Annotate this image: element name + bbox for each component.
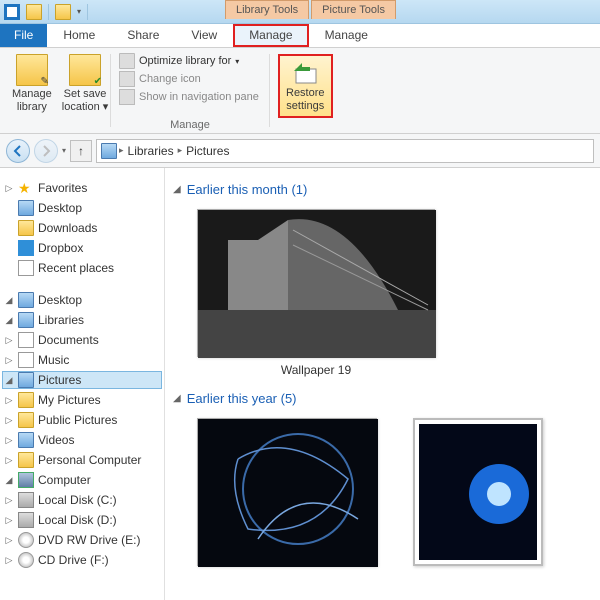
dvd-drive-icon [18, 532, 34, 548]
sidebar-item-videos[interactable]: ▷Videos [2, 431, 162, 449]
thumbnail [197, 418, 377, 566]
computer-node[interactable]: ◢Computer [2, 471, 162, 489]
sidebar-item-personal-computer[interactable]: ▷Personal Computer [2, 451, 162, 469]
tab-manage-library[interactable]: Manage [233, 24, 308, 47]
save-location-icon: ✔ [69, 54, 101, 86]
tab-share[interactable]: Share [111, 24, 175, 47]
navbar: ▾ ↑ ▸ Libraries ▸ Pictures [0, 134, 600, 168]
back-button[interactable] [6, 139, 30, 163]
qat-dropdown-icon[interactable]: ▾ [77, 7, 81, 16]
pictures-icon [18, 372, 34, 388]
ribbon: ✎ Manage library ✔ Set save location ▾ O… [0, 48, 600, 134]
set-save-location-button[interactable]: ✔ Set save location ▾ [58, 52, 113, 116]
main-area: ▷★Favorites Desktop Downloads Dropbox Re… [0, 168, 600, 600]
videos-icon [18, 432, 34, 448]
sidebar-item-my-pictures[interactable]: ▷My Pictures [2, 391, 162, 409]
forward-button[interactable] [34, 139, 58, 163]
sidebar-item-documents[interactable]: ▷Documents [2, 331, 162, 349]
sidebar-item-desktop[interactable]: Desktop [2, 199, 162, 217]
downloads-icon [18, 220, 34, 236]
recent-icon [18, 260, 34, 276]
folder-qat-icon[interactable] [55, 4, 71, 20]
show-in-nav-button[interactable]: Show in navigation pane [119, 88, 261, 106]
file-label: Wallpaper 19 [197, 363, 435, 377]
file-item[interactable] [197, 418, 377, 566]
ribbon-group-label: Manage [111, 119, 269, 131]
ribbon-tab-strip: File Home Share View Manage Manage [0, 24, 600, 48]
star-icon: ★ [18, 180, 34, 196]
optimize-library-button[interactable]: Optimize library for ▾ [119, 52, 261, 70]
music-icon [18, 352, 34, 368]
dropbox-icon [18, 240, 34, 256]
chevron-right-icon[interactable]: ▸ [119, 145, 124, 156]
sidebar-item-drive-d[interactable]: ▷Local Disk (D:) [2, 511, 162, 529]
sidebar-item-drive-c[interactable]: ▷Local Disk (C:) [2, 491, 162, 509]
restore-icon [290, 59, 320, 85]
separator [87, 4, 88, 20]
thumbnail [413, 418, 543, 566]
desktop-icon [18, 200, 34, 216]
folder-icon [18, 412, 34, 428]
file-item[interactable] [413, 418, 543, 566]
hard-disk-icon [18, 492, 34, 508]
tab-home[interactable]: Home [47, 24, 111, 47]
desktop-node[interactable]: ◢Desktop [2, 291, 162, 309]
tab-manage-picture[interactable]: Manage [309, 24, 384, 47]
sidebar-item-downloads[interactable]: Downloads [2, 219, 162, 237]
context-tab-picture-tools[interactable]: Picture Tools [311, 0, 396, 19]
sidebar-item-dropbox[interactable]: Dropbox [2, 239, 162, 257]
sidebar-item-drive-f[interactable]: ▷CD Drive (F:) [2, 551, 162, 569]
change-icon-icon [119, 71, 135, 87]
file-tab[interactable]: File [0, 24, 47, 47]
breadcrumb-libraries[interactable]: Libraries [126, 144, 176, 158]
cd-drive-icon [18, 552, 34, 568]
nav-pane-icon [119, 89, 135, 105]
desktop-icon [18, 292, 34, 308]
group-header-this-month[interactable]: ◢ Earlier this month (1) [173, 182, 592, 197]
favorites-node[interactable]: ▷★Favorites [2, 179, 162, 197]
group-header-this-year[interactable]: ◢ Earlier this year (5) [173, 391, 592, 406]
sidebar-item-recent[interactable]: Recent places [2, 259, 162, 277]
optimize-icon [119, 53, 135, 69]
library-icon: ✎ [16, 54, 48, 86]
new-folder-icon[interactable] [26, 4, 42, 20]
history-dropdown-icon[interactable]: ▾ [62, 146, 66, 155]
sidebar-item-music[interactable]: ▷Music [2, 351, 162, 369]
hard-disk-icon [18, 512, 34, 528]
folder-icon [18, 392, 34, 408]
pc-icon [18, 452, 34, 468]
computer-icon [18, 472, 34, 488]
tab-view[interactable]: View [175, 24, 233, 47]
manage-library-button[interactable]: ✎ Manage library [8, 52, 56, 116]
libraries-icon [18, 312, 34, 328]
location-icon [101, 143, 117, 159]
separator [48, 4, 49, 20]
context-tab-library-tools[interactable]: Library Tools [225, 0, 309, 19]
address-bar[interactable]: ▸ Libraries ▸ Pictures [96, 139, 594, 163]
chevron-down-icon: ◢ [173, 393, 181, 404]
chevron-right-icon[interactable]: ▸ [178, 145, 183, 156]
titlebar: ▾ Library Tools Picture Tools [0, 0, 600, 24]
chevron-down-icon: ◢ [173, 184, 181, 195]
file-item[interactable]: Wallpaper 19 [197, 209, 435, 377]
sidebar-item-pictures[interactable]: ◢Pictures [2, 371, 162, 389]
sidebar-item-drive-e[interactable]: ▷DVD RW Drive (E:) [2, 531, 162, 549]
app-icon [4, 4, 20, 20]
navigation-pane: ▷★Favorites Desktop Downloads Dropbox Re… [0, 168, 165, 600]
documents-icon [18, 332, 34, 348]
change-icon-button[interactable]: Change icon [119, 70, 261, 88]
sidebar-item-public-pictures[interactable]: ▷Public Pictures [2, 411, 162, 429]
thumbnail [197, 209, 435, 357]
breadcrumb-pictures[interactable]: Pictures [184, 144, 231, 158]
restore-settings-button[interactable]: Restore settings [278, 54, 333, 118]
libraries-node[interactable]: ◢Libraries [2, 311, 162, 329]
content-area: ◢ Earlier this month (1) Wallpaper 19 ◢ … [165, 168, 600, 600]
up-button[interactable]: ↑ [70, 140, 92, 162]
